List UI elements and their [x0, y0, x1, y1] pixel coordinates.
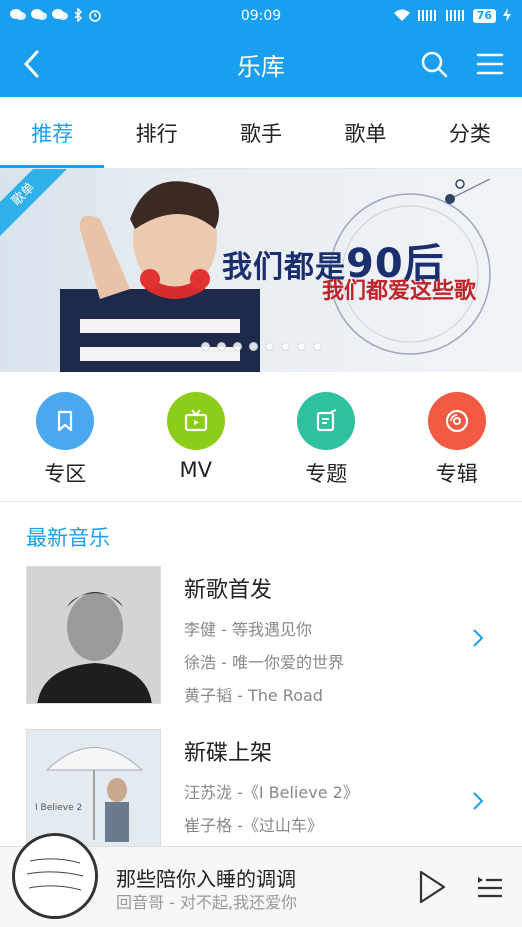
banner-dot[interactable] — [312, 342, 322, 351]
tab-categories[interactable]: 分类 — [418, 97, 522, 168]
svg-text:I Believe 2: I Believe 2 — [35, 803, 82, 813]
search-button[interactable] — [416, 46, 452, 82]
chevron-right-icon — [473, 629, 484, 647]
bookmark-icon — [36, 392, 95, 450]
card-new-songs[interactable]: 新歌首发 李健 - 等我遇见你 徐浩 - 唯一你爱的世界 黄子韬 - The R… — [26, 566, 496, 706]
card-title: 新碟上架 — [184, 741, 273, 766]
section-title-latest: 最新音乐 — [26, 526, 110, 550]
album-art[interactable] — [12, 833, 98, 919]
title-bar: 乐库 — [0, 32, 522, 97]
quick-entry-zone[interactable]: 专区 — [0, 372, 131, 501]
edit-note-icon — [297, 392, 356, 450]
status-bar: 09:09 76 — [0, 0, 522, 32]
banner-ribbon: 歌单 — [0, 169, 68, 239]
quick-entry-album[interactable]: 专辑 — [392, 372, 522, 501]
category-tabs: 推荐 排行 歌手 歌单 分类 — [0, 97, 522, 169]
banner-dot[interactable] — [232, 342, 242, 351]
quick-entry-label: 专辑 — [435, 462, 478, 486]
mini-player[interactable]: 那些陪你入睡的调调 回音哥 - 对不起,我还爱你 — [0, 833, 522, 927]
banner-dot[interactable] — [280, 342, 290, 351]
tab-recommend[interactable]: 推荐 — [0, 97, 105, 168]
tv-icon — [166, 392, 225, 450]
banner-dot[interactable] — [216, 342, 226, 351]
quick-entry-label: MV — [179, 458, 212, 482]
disc-icon — [427, 392, 486, 450]
chevron-left-icon — [23, 50, 39, 78]
chevron-right-icon — [473, 792, 484, 810]
banner-dot[interactable] — [248, 342, 258, 351]
cover-image — [26, 566, 161, 704]
quick-entry-topic[interactable]: 专题 — [261, 372, 392, 501]
now-playing-subtitle: 回音哥 - 对不起,我还爱你 — [116, 893, 298, 912]
status-time: 09:09 — [240, 8, 282, 24]
card-song-line: 汪苏泷 -《I Believe 2》 — [184, 783, 359, 802]
tab-charts[interactable]: 排行 — [104, 97, 208, 168]
play-icon[interactable] — [416, 869, 448, 905]
banner-subtitle: 我们都爱这些歌 — [322, 279, 477, 304]
back-button[interactable] — [14, 46, 50, 82]
menu-button[interactable] — [472, 46, 508, 82]
card-song-line: 徐浩 - 唯一你爱的世界 — [184, 653, 344, 672]
quick-entry-label: 专题 — [305, 462, 348, 486]
quick-entry-label: 专区 — [44, 462, 87, 486]
tab-playlists[interactable]: 歌单 — [313, 97, 417, 168]
menu-icon — [476, 53, 504, 75]
quick-entry-mv[interactable]: MV — [131, 372, 262, 501]
banner-dot[interactable] — [264, 342, 274, 351]
card-song-line: 崔子格 -《过山车》 — [184, 816, 323, 835]
now-playing-title: 那些陪你入睡的调调 — [116, 867, 296, 891]
card-title: 新歌首发 — [184, 578, 273, 603]
tab-singers[interactable]: 歌手 — [209, 97, 313, 168]
quick-entries: 专区 MV 专题 专辑 — [0, 372, 522, 502]
banner-pagination — [0, 342, 522, 351]
card-song-line: 黄子韬 - The Road — [184, 686, 323, 705]
banner-dot[interactable] — [200, 342, 210, 351]
banner-dot[interactable] — [296, 342, 306, 351]
playlist-icon[interactable] — [476, 873, 504, 901]
search-icon — [421, 51, 448, 78]
card-song-line: 李健 - 等我遇见你 — [184, 620, 312, 639]
